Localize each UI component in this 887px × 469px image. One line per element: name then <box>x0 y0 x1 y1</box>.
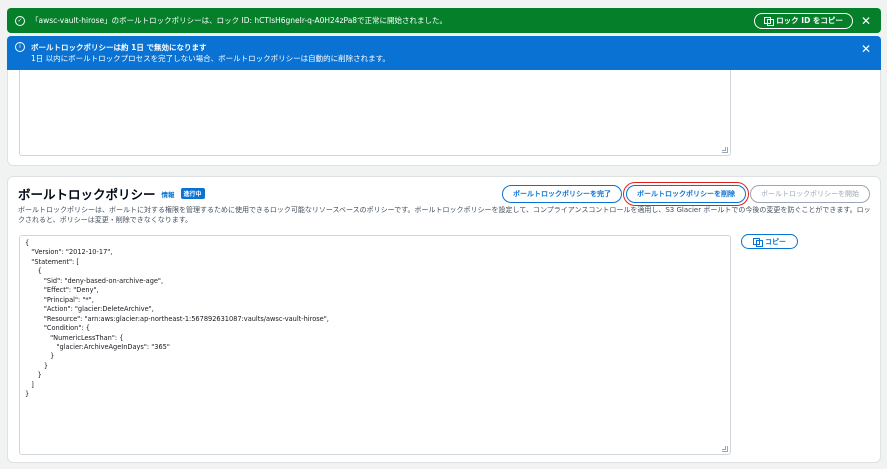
info-flashbar: i ボールトロックポリシーは約 1日 で無効になります 1日 以内にボールトロッ… <box>7 36 881 74</box>
policy-json: { "Version": "2012-10-17", "Statement": … <box>25 239 329 399</box>
copy-policy-button[interactable]: コピー <box>741 234 798 249</box>
copy-icon <box>764 16 774 26</box>
info-circle-icon: i <box>15 42 25 52</box>
close-icon[interactable]: ✕ <box>861 15 871 27</box>
copy-policy-label: コピー <box>765 237 786 246</box>
info-title: ボールトロックポリシーは約 1日 で無効になります <box>31 43 207 52</box>
policy-editor[interactable]: { "Version": "2012-10-17", "Statement": … <box>19 235 731 455</box>
copy-icon <box>753 237 763 247</box>
section-description: ボールトロックポリシーは、ボールトに対する権限を管理するために使用できるロック可… <box>18 206 871 224</box>
complete-lock-policy-button[interactable]: ボールトロックポリシーを完了 <box>502 185 622 203</box>
success-flashbar: ✓ 「awsc-vault-hirose」のボールトロックポリシーは、ロック I… <box>7 8 881 33</box>
check-circle-icon: ✓ <box>15 15 25 26</box>
vault-lock-policy-card: ボールトロックポリシー 情報 進行中 ボールトロックポリシーを完了 ボールトロッ… <box>7 176 881 463</box>
section-title: ボールトロックポリシー <box>18 187 156 202</box>
copy-lock-id-label: ロック ID をコピー <box>776 16 843 25</box>
close-icon[interactable]: ✕ <box>861 43 871 55</box>
success-message: 「awsc-vault-hirose」のボールトロックポリシーは、ロック ID:… <box>31 16 448 25</box>
status-badge: 進行中 <box>180 188 205 199</box>
start-lock-policy-button[interactable]: ボールトロックポリシーを開始 <box>750 185 870 203</box>
copy-lock-id-button[interactable]: ロック ID をコピー <box>754 12 853 29</box>
previous-policy-card <box>7 70 881 166</box>
previous-policy-textarea[interactable] <box>19 70 731 156</box>
resize-handle-icon[interactable] <box>722 147 728 153</box>
delete-lock-policy-button[interactable]: ボールトロックポリシーを削除 <box>623 182 749 206</box>
info-link[interactable]: 情報 <box>162 189 175 199</box>
info-message: 1日 以内にボールトロックプロセスを完了しない場合、ボールトロックポリシーは自動… <box>31 54 390 63</box>
resize-handle-icon[interactable] <box>722 446 728 452</box>
